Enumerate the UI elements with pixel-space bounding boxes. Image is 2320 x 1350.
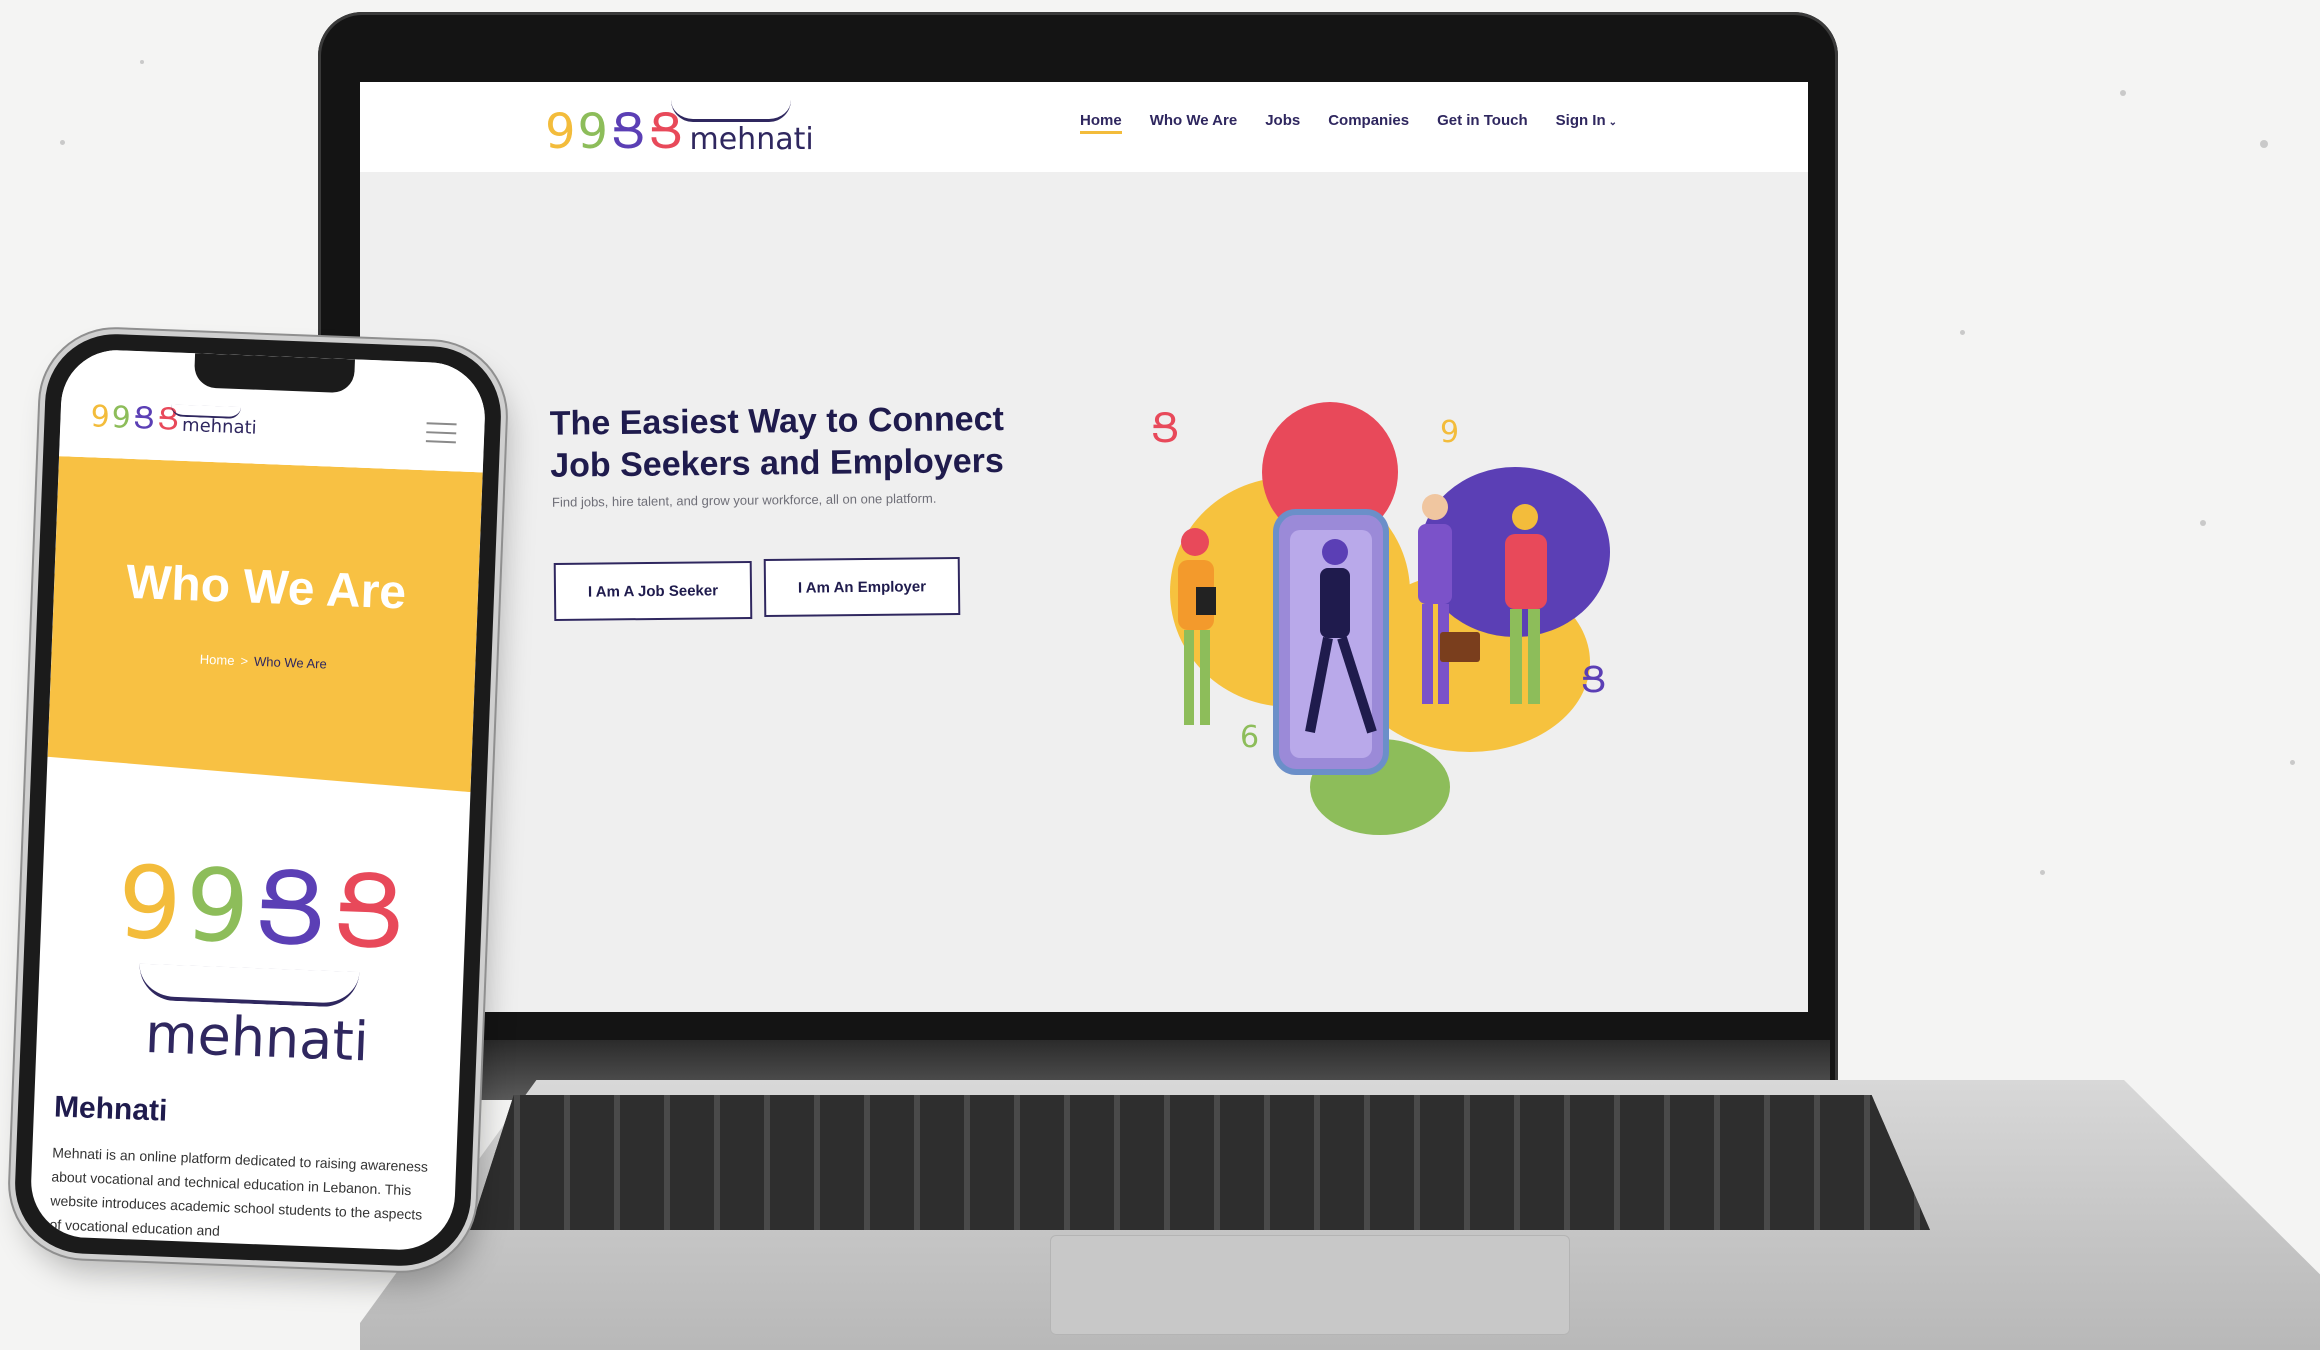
mobile-screen: 9 9 Ց Ց mehnati Who We Are Home > Who We A… (29, 348, 487, 1252)
tablet-icon (1196, 587, 1216, 615)
logo-wordmark: mehnati (181, 414, 258, 439)
arabic-calligraphy-icon (170, 404, 242, 420)
speckle (2260, 140, 2268, 148)
about-text: Mehnati is an online platform dedicated … (49, 1144, 429, 1239)
big-logo-glyphs: 9 9 Ց Ց (116, 844, 409, 972)
logo-glyph-purple: Ց (610, 104, 646, 160)
person-torso (1505, 534, 1547, 609)
mobile-hero-banner: Who We Are Home > Who We Are (47, 456, 483, 792)
person-leg (1422, 604, 1433, 704)
nav-who-we-are[interactable]: Who We Are (1150, 112, 1238, 134)
nav-sign-in-label: Sign In (1555, 112, 1606, 129)
speckle (2200, 520, 2206, 526)
speckle (60, 140, 65, 145)
speckle (2120, 90, 2126, 96)
main-nav: Home Who We Are Jobs Companies Get in To… (1080, 112, 1617, 134)
employer-button[interactable]: I Am An Employer (763, 556, 961, 618)
laptop-screen: 9 9 Ց Ց mehnati Home Who We Are Jobs Com… (360, 82, 1808, 1012)
mobile-phone: 9 9 Ց Ց mehnati Who We Are Home > Who We A… (12, 331, 504, 1269)
laptop-keyboard (470, 1095, 1930, 1230)
speckle (2290, 760, 2295, 765)
phone-notch (193, 353, 355, 394)
logo-glyph-yellow: 9 (115, 843, 184, 964)
logo-glyph-green: 9 (110, 400, 132, 436)
laptop-trackpad (1050, 1235, 1570, 1335)
person-leg (1184, 630, 1194, 725)
hero-title: The Easiest Way to Connect Job Seekers a… (550, 397, 1071, 486)
logo-glyph-green: 9 (577, 104, 609, 160)
about-title: Mehnati (53, 1090, 168, 1128)
logo-glyph-purple: Ց (132, 400, 156, 437)
nav-sign-in[interactable]: Sign In ⌄ (1556, 112, 1617, 134)
floating-glyph-icon: 9 (1440, 415, 1459, 450)
hero-subtitle: Find jobs, hire talent, and grow your wo… (551, 490, 937, 510)
logo-glyphs: 9 9 Ց Ց (545, 106, 684, 158)
site-header: 9 9 Ց Ց mehnati Home Who We Are Jobs Com… (360, 82, 1808, 172)
nav-get-in-touch[interactable]: Get in Touch (1437, 112, 1528, 134)
chevron-down-icon: ⌄ (1608, 117, 1618, 128)
person-torso (1320, 568, 1350, 638)
speckle (140, 60, 144, 64)
hero-title-line-2: Job Seekers and Employers (550, 441, 1004, 485)
logo-glyph-yellow: 9 (89, 399, 111, 436)
hamburger-menu-icon[interactable] (425, 422, 457, 445)
logo-wordmark: mehnati (689, 122, 814, 157)
arabic-calligraphy-icon (671, 100, 791, 122)
person-head (1512, 504, 1538, 530)
mobile-site-logo[interactable]: 9 9 Ց Ց mehnati (89, 399, 258, 439)
hero-title-line-1: The Easiest Way to Connect (549, 399, 1005, 443)
job-seeker-button[interactable]: I Am A Job Seeker (553, 560, 753, 622)
person-torso (1418, 524, 1452, 604)
floating-glyph-icon: Ց (1580, 660, 1607, 701)
person-leg (1510, 609, 1522, 704)
person-head (1422, 494, 1448, 520)
nav-home[interactable]: Home (1080, 112, 1122, 134)
breadcrumb-separator: > (240, 653, 249, 669)
person-head (1322, 539, 1348, 565)
speckle (2040, 870, 2045, 875)
logo-glyphs: 9 9 Ց Ց (89, 399, 180, 437)
floating-glyph-icon: 6 (1240, 720, 1259, 755)
person-head (1181, 528, 1209, 556)
big-logo-wordmark: mehnati (143, 1001, 370, 1074)
logo-glyph-yellow: 9 (545, 104, 576, 160)
site-logo[interactable]: 9 9 Ց Ց mehnati (545, 98, 814, 158)
mobile-hero-title: Who We Are (125, 555, 408, 620)
nav-jobs[interactable]: Jobs (1265, 112, 1300, 134)
person-leg (1528, 609, 1540, 704)
person-leg (1200, 630, 1210, 725)
breadcrumb: Home > Who We Are (51, 646, 475, 677)
breadcrumb-current: Who We Are (253, 653, 328, 672)
speckle (1960, 330, 1965, 335)
logo-glyph-purple: Ց (250, 848, 330, 969)
floating-glyph-icon: Ց (1150, 406, 1180, 452)
nav-companies[interactable]: Companies (1328, 112, 1409, 134)
mehnati-big-logo: 9 9 Ց Ց mehnati (115, 844, 409, 1092)
breadcrumb-home[interactable]: Home (200, 652, 235, 668)
arabic-calligraphy-icon (138, 963, 360, 1008)
briefcase-icon (1440, 632, 1480, 662)
logo-glyph-red: Ց (329, 851, 409, 972)
hero-illustration: Ց 9 Ց 6 (1150, 402, 1610, 835)
logo-glyph-green: 9 (183, 846, 252, 966)
